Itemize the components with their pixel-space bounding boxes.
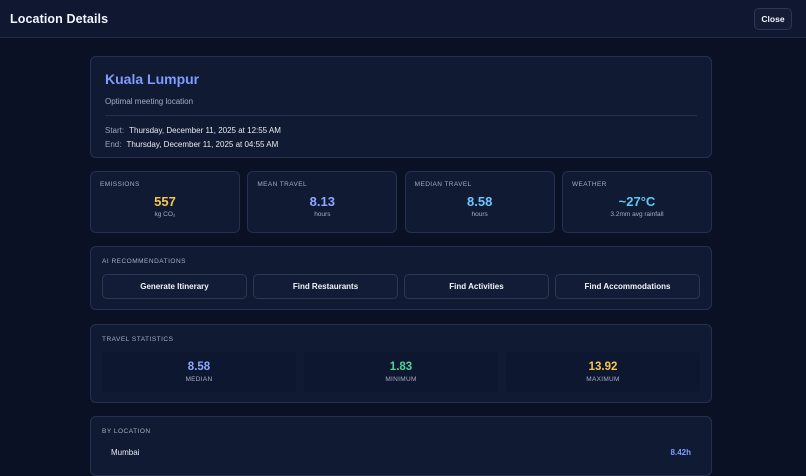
metric-unit: hours: [314, 211, 331, 218]
metric-label: EMISSIONS: [100, 181, 140, 188]
ai-recommendations-card: AI RECOMMENDATIONS Generate Itinerary Fi…: [90, 246, 712, 310]
metric-value: 8.58: [467, 194, 493, 209]
location-city: Mumbai: [111, 448, 140, 457]
stat-label: MEDIAN: [185, 376, 213, 383]
by-location-card: BY LOCATION Mumbai 8.42h: [90, 416, 712, 476]
ai-buttons: Generate Itinerary Find Restaurants Find…: [102, 274, 700, 299]
location-dates: Start: Thursday, December 11, 2025 at 12:…: [105, 124, 697, 152]
start-row: Start: Thursday, December 11, 2025 at 12:…: [105, 124, 697, 138]
travel-statistics-card: TRAVEL STATISTICS 8.58 MEDIAN 1.83 MINIM…: [90, 324, 712, 403]
location-hours: 8.42h: [670, 448, 691, 457]
stat-minimum: 1.83 MINIMUM: [304, 352, 498, 392]
start-label: Start:: [105, 126, 125, 135]
metric-value: 8.13: [309, 194, 335, 209]
start-value: Thursday, December 11, 2025 at 12:55 AM: [129, 126, 281, 135]
modal-header: Location Details Close: [0, 0, 806, 38]
metric-label: MEDIAN TRAVEL: [414, 181, 472, 188]
metric-value: 557: [154, 194, 176, 209]
end-value: Thursday, December 11, 2025 at 04:55 AM: [126, 140, 279, 149]
metric-weather: WEATHER ~27°C 3.2mm avg rainfall: [561, 171, 712, 233]
stat-value: 13.92: [588, 361, 618, 373]
metrics-row: EMISSIONS 557 kg CO₂ MEAN TRAVEL 8.13 ho…: [90, 171, 712, 233]
stat-label: MAXIMUM: [586, 376, 620, 383]
stat-label: MINIMUM: [385, 376, 417, 383]
stat-median: 8.58 MEDIAN: [102, 352, 296, 392]
modal-title: Location Details: [10, 11, 109, 26]
close-button[interactable]: Close: [754, 7, 792, 30]
location-subtitle: Optimal meeting location: [105, 97, 194, 106]
metric-unit: kg CO₂: [154, 211, 176, 218]
stat-maximum: 13.92 MAXIMUM: [506, 352, 700, 392]
generate-itinerary-button[interactable]: Generate Itinerary: [102, 274, 247, 299]
end-label: End:: [105, 140, 122, 149]
stat-value: 1.83: [389, 361, 413, 373]
metric-median-travel: MEDIAN TRAVEL 8.58 hours: [404, 171, 555, 233]
stats-row: 8.58 MEDIAN 1.83 MINIMUM 13.92 MAXIMUM: [102, 352, 700, 392]
metric-unit: 3.2mm avg rainfall: [610, 211, 664, 218]
stat-value: 8.58: [187, 361, 211, 373]
location-card: Kuala Lumpur Optimal meeting location St…: [90, 56, 712, 158]
metric-value: ~27°C: [618, 194, 656, 209]
metric-unit: hours: [471, 211, 488, 218]
list-item: Mumbai 8.42h: [102, 448, 700, 457]
find-restaurants-button[interactable]: Find Restaurants: [253, 274, 398, 299]
divider: [105, 115, 697, 116]
metric-emissions: EMISSIONS 557 kg CO₂: [90, 171, 240, 233]
find-activities-button[interactable]: Find Activities: [404, 274, 549, 299]
location-name: Kuala Lumpur: [105, 71, 200, 87]
find-accommodations-button[interactable]: Find Accommodations: [555, 274, 700, 299]
metric-label: WEATHER: [571, 181, 607, 188]
section-label: AI RECOMMENDATIONS: [102, 258, 186, 265]
end-row: End: Thursday, December 11, 2025 at 04:55…: [105, 138, 697, 152]
section-label: TRAVEL STATISTICS: [102, 336, 174, 343]
section-label: BY LOCATION: [102, 428, 151, 435]
metric-label: MEAN TRAVEL: [257, 181, 307, 188]
modal-content: Kuala Lumpur Optimal meeting location St…: [90, 56, 712, 476]
metric-mean-travel: MEAN TRAVEL 8.13 hours: [247, 171, 398, 233]
